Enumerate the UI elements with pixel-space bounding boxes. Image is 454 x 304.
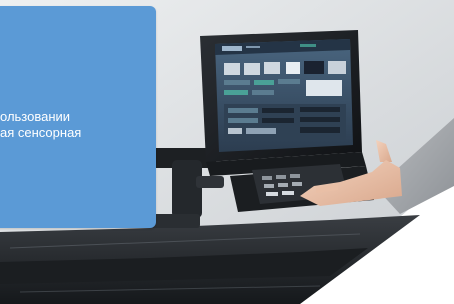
callout-text-line-1: ользовании (0, 109, 71, 124)
product-photo-scene: ользовании ая сенсорная (0, 0, 454, 304)
touch-monitor (200, 30, 366, 176)
callout-text-line-2: ая сенсорная (0, 125, 82, 140)
info-callout: ользовании ая сенсорная (0, 6, 156, 228)
callout-text: ользовании ая сенсорная (0, 109, 150, 141)
